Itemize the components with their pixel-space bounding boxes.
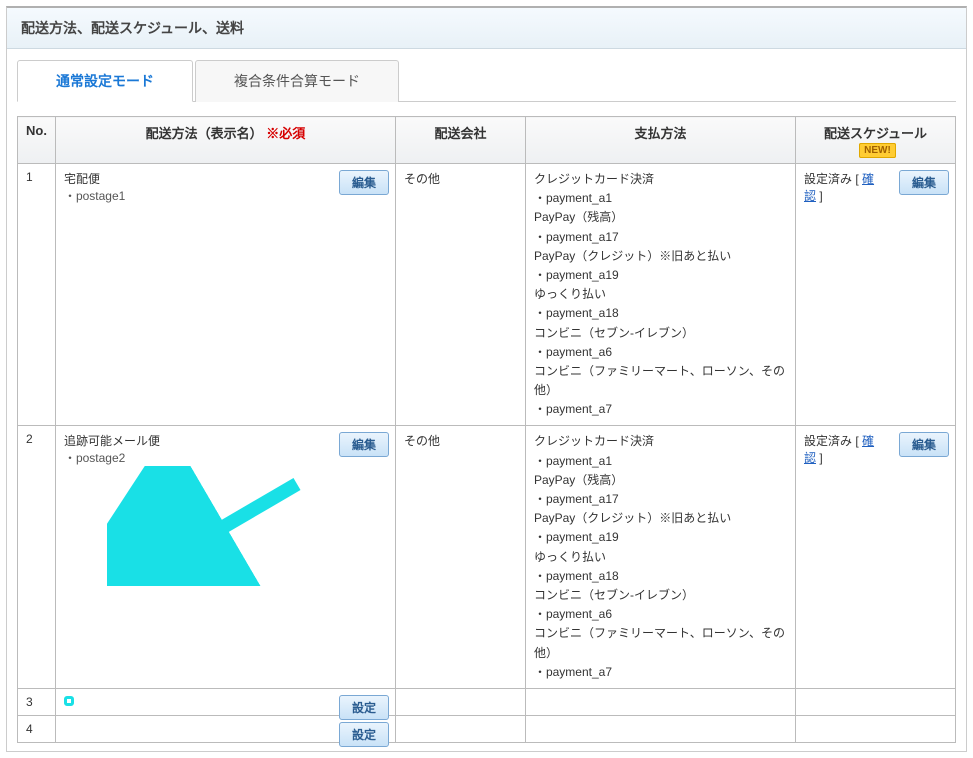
company-cell	[395, 715, 525, 742]
schedule-cell: 設定済み [ 確認 ]編集	[796, 164, 956, 426]
row-number: 1	[18, 164, 56, 426]
edit-schedule-button[interactable]: 編集	[899, 432, 949, 457]
method-cell: 設定	[55, 715, 395, 742]
payment-line: コンビニ（セブン-イレブン）	[534, 324, 787, 343]
tab-normal-mode[interactable]: 通常設定モード	[17, 60, 193, 102]
company-cell: その他	[395, 164, 525, 426]
payment-line: ・payment_a7	[534, 400, 787, 419]
payment-line: PayPay（クレジット）※旧あと払い	[534, 509, 787, 528]
payment-line: ・payment_a19	[534, 266, 787, 285]
payment-cell	[525, 715, 795, 742]
shipping-table: No. 配送方法（表示名） ※必須 配送会社 支払方法 配送スケジュール NEW…	[17, 116, 956, 743]
payment-cell: クレジットカード決済・payment_a1PayPay（残高）・payment_…	[525, 164, 795, 426]
payment-line: ・payment_a18	[534, 567, 787, 586]
payment-line: クレジットカード決済	[534, 170, 787, 189]
payment-cell: クレジットカード決済・payment_a1PayPay（残高）・payment_…	[525, 426, 795, 688]
page-title: 配送方法、配送スケジュール、送料	[7, 8, 966, 49]
schedule-cell	[796, 715, 956, 742]
required-mark: ※必須	[266, 126, 305, 141]
row-number: 2	[18, 426, 56, 688]
new-badge: NEW!	[859, 143, 896, 158]
payment-line: コンビニ（ファミリーマート、ローソン、その他）	[534, 362, 787, 400]
payment-line: ・payment_a1	[534, 452, 787, 471]
payment-line: PayPay（残高）	[534, 208, 787, 227]
method-cell: 宅配便・postage1 編集	[55, 164, 395, 426]
payment-line: ・payment_a17	[534, 228, 787, 247]
payment-line: ゆっくり払い	[534, 548, 787, 567]
highlight-box: 設定	[64, 696, 74, 706]
edit-method-button[interactable]: 編集	[339, 432, 389, 457]
payment-line: PayPay（残高）	[534, 471, 787, 490]
tab-row: 通常設定モード 複合条件合算モード	[17, 59, 956, 102]
table-row: 1宅配便・postage1編集その他クレジットカード決済・payment_a1P…	[18, 164, 956, 426]
row-number: 3	[18, 688, 56, 715]
payment-line: ・payment_a6	[534, 343, 787, 362]
method-code: ・postage1	[64, 187, 325, 204]
row-number: 4	[18, 715, 56, 742]
payment-line: ・payment_a19	[534, 528, 787, 547]
col-method: 配送方法（表示名） ※必須	[55, 117, 395, 164]
method-code: ・postage2	[64, 449, 325, 466]
method-cell: 設定	[55, 688, 395, 715]
payment-line: ・payment_a1	[534, 189, 787, 208]
payment-line: コンビニ（ファミリーマート、ローソン、その他）	[534, 624, 787, 662]
table-row: 4設定	[18, 715, 956, 742]
method-cell: 追跡可能メール便・postage2 編集	[55, 426, 395, 688]
col-company: 配送会社	[395, 117, 525, 164]
col-payment: 支払方法	[525, 117, 795, 164]
schedule-cell	[796, 688, 956, 715]
company-cell: その他	[395, 426, 525, 688]
col-schedule: 配送スケジュール NEW!	[796, 117, 956, 164]
payment-line: PayPay（クレジット）※旧あと払い	[534, 247, 787, 266]
payment-line: ・payment_a18	[534, 304, 787, 323]
payment-line: ・payment_a7	[534, 663, 787, 682]
schedule-cell: 設定済み [ 確認 ]編集	[796, 426, 956, 688]
edit-schedule-button[interactable]: 編集	[899, 170, 949, 195]
set-method-button[interactable]: 設定	[339, 722, 389, 747]
payment-line: コンビニ（セブン-イレブン）	[534, 586, 787, 605]
tab-compound-mode[interactable]: 複合条件合算モード	[195, 60, 399, 102]
payment-line: ・payment_a17	[534, 490, 787, 509]
payment-line: ・payment_a6	[534, 605, 787, 624]
method-name: 宅配便	[64, 170, 325, 187]
table-row: 3 設定	[18, 688, 956, 715]
payment-line: クレジットカード決済	[534, 432, 787, 451]
table-row: 2追跡可能メール便・postage2編集その他クレジットカード決済・paymen…	[18, 426, 956, 688]
payment-cell	[525, 688, 795, 715]
method-name: 追跡可能メール便	[64, 432, 325, 449]
col-no: No.	[18, 117, 56, 164]
edit-method-button[interactable]: 編集	[339, 170, 389, 195]
company-cell	[395, 688, 525, 715]
payment-line: ゆっくり払い	[534, 285, 787, 304]
